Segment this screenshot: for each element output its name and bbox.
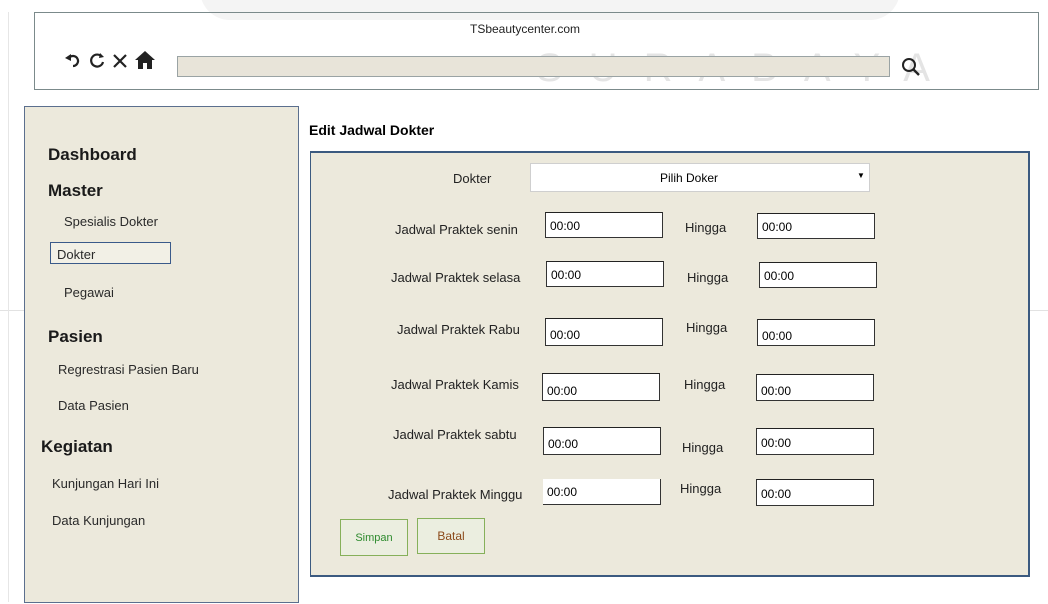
form-panel xyxy=(310,151,1030,577)
hingga-label-rabu: Hingga xyxy=(686,320,728,335)
page-title: Edit Jadwal Dokter xyxy=(309,122,435,138)
row-label-kamis: Jadwal Praktek Kamis xyxy=(391,377,519,392)
home-icon[interactable] xyxy=(134,50,156,74)
sidebar-item-data-pasien[interactable]: Data Pasien xyxy=(58,398,129,413)
from-input-sabtu[interactable]: 00:00 xyxy=(543,427,661,455)
row-label-minggu: Jadwal Praktek Minggu xyxy=(388,487,523,502)
dokter-label: Dokter xyxy=(453,171,492,186)
simpan-button[interactable]: Simpan xyxy=(340,519,408,556)
sidebar-item-dokter[interactable]: Dokter xyxy=(57,247,95,262)
to-input-rabu[interactable]: 00:00 xyxy=(757,319,875,346)
sidebar-item-spesialis-dokter[interactable]: Spesialis Dokter xyxy=(64,214,158,229)
nav-icons xyxy=(64,50,156,74)
hingga-label-senin: Hingga xyxy=(685,220,727,235)
hingga-label-sabtu: Hingga xyxy=(682,440,724,455)
refresh-icon[interactable] xyxy=(88,51,106,73)
from-input-selasa[interactable]: 00:00 xyxy=(546,261,664,287)
to-input-minggu[interactable]: 00:00 xyxy=(756,479,874,506)
row-label-rabu: Jadwal Praktek Rabu xyxy=(397,322,520,337)
sidebar-heading-pasien: Pasien xyxy=(48,327,103,346)
from-input-senin[interactable]: 00:00 xyxy=(545,212,663,238)
hingga-label-minggu: Hingga xyxy=(680,481,722,496)
from-input-minggu[interactable]: 00:00 xyxy=(543,479,661,505)
sidebar-item-data-kunjungan[interactable]: Data Kunjungan xyxy=(52,513,145,528)
row-label-senin: Jadwal Praktek senin xyxy=(395,222,518,237)
hingga-label-kamis: Hingga xyxy=(684,377,726,392)
from-input-rabu[interactable]: 00:00 xyxy=(545,318,663,346)
from-input-kamis[interactable]: 00:00 xyxy=(542,373,660,401)
hingga-label-selasa: Hingga xyxy=(687,270,729,285)
search-icon[interactable] xyxy=(900,56,922,78)
sidebar-dashboard[interactable]: Dashboard xyxy=(48,145,137,165)
site-url: TSbeautycenter.com xyxy=(470,22,581,36)
row-label-selasa: Jadwal Praktek selasa xyxy=(391,270,521,285)
sidebar-heading-kegiatan: Kegiatan xyxy=(41,437,113,456)
to-input-selasa[interactable]: 00:00 xyxy=(759,262,877,288)
sidebar-item-kunjungan-hari-ini[interactable]: Kunjungan Hari Ini xyxy=(52,476,159,491)
to-input-senin[interactable]: 00:00 xyxy=(757,213,875,239)
to-input-sabtu[interactable]: 00:00 xyxy=(756,428,874,455)
dokter-select-value: Pilih Doker xyxy=(660,171,719,185)
chevron-down-icon[interactable]: ▼ xyxy=(857,171,865,180)
sidebar-item-pegawai[interactable]: Pegawai xyxy=(64,285,114,300)
sidebar-heading-master: Master xyxy=(48,181,103,200)
stop-icon[interactable] xyxy=(112,51,128,73)
batal-button[interactable]: Batal xyxy=(417,518,485,554)
to-input-kamis[interactable]: 00:00 xyxy=(756,374,874,401)
row-label-sabtu: Jadwal Praktek sabtu xyxy=(393,427,517,442)
sidebar-item-regrestrasi-pasien-baru[interactable]: Regrestrasi Pasien Baru xyxy=(58,362,199,377)
address-bar[interactable] xyxy=(177,56,890,77)
back-icon[interactable] xyxy=(64,51,82,73)
